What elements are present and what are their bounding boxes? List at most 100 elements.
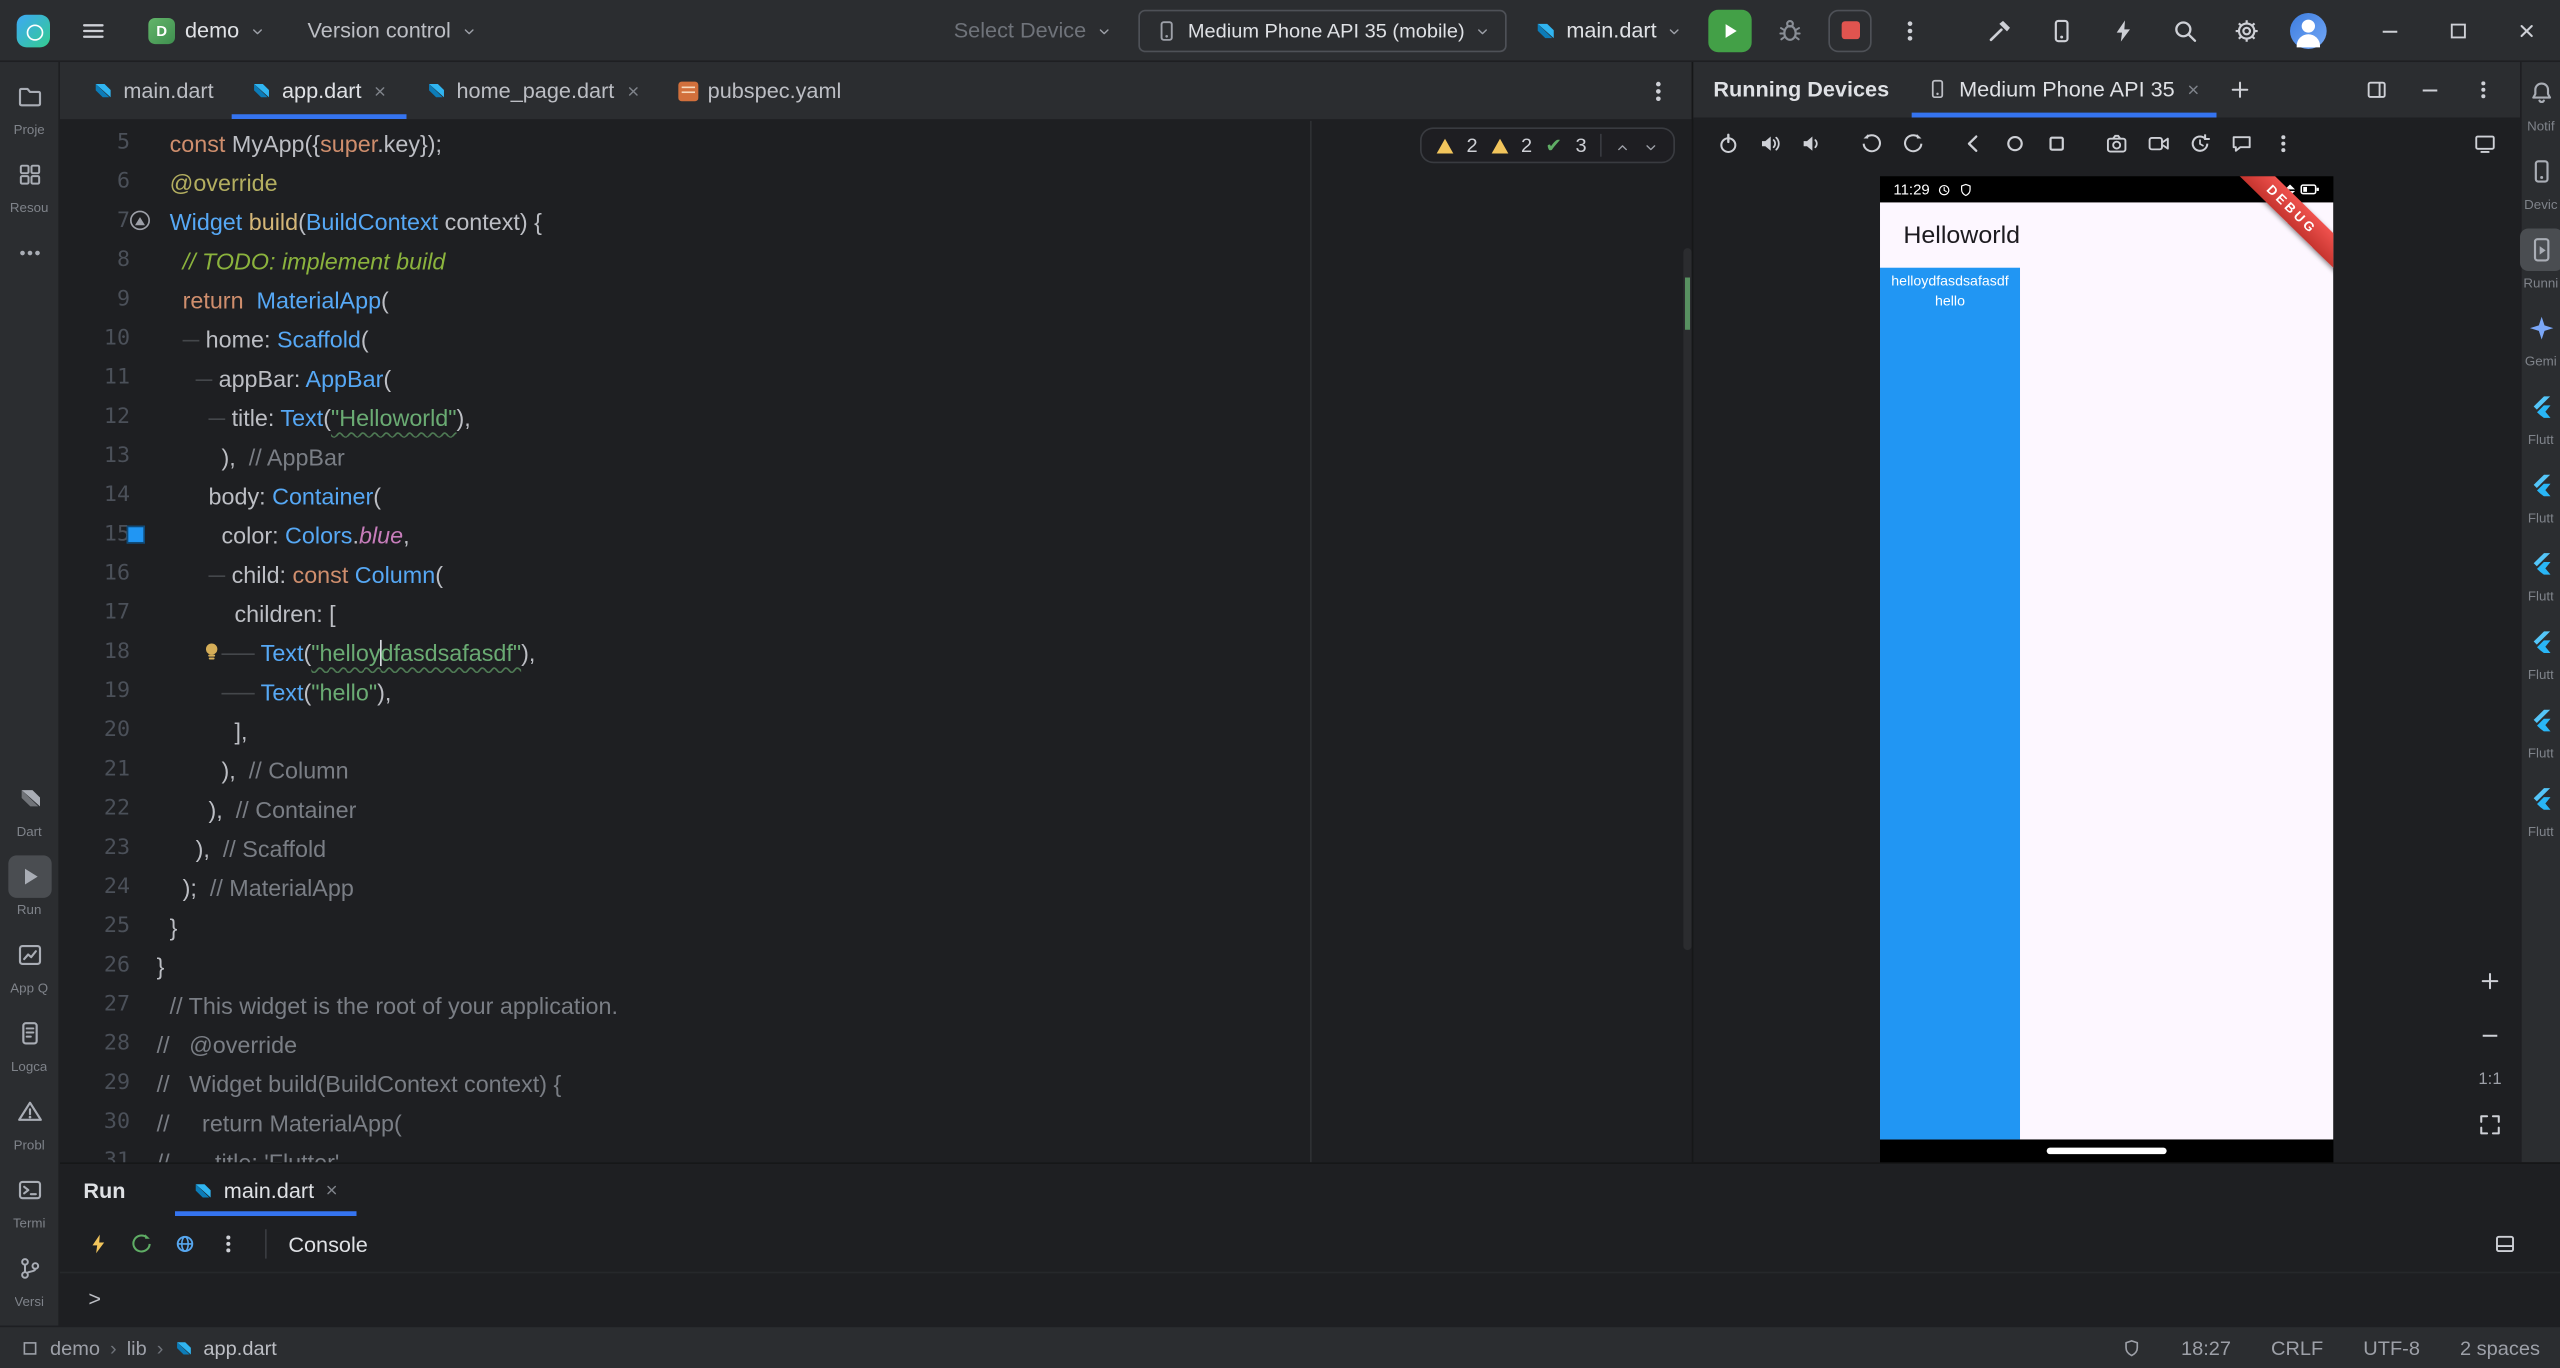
line-number[interactable]: 31	[60, 1143, 157, 1162]
screen-record-button[interactable]	[2140, 126, 2177, 162]
gesture-pill[interactable]	[2046, 1147, 2167, 1155]
more-tool-windows-button[interactable]	[0, 232, 58, 279]
line-number[interactable]: 14	[60, 477, 157, 516]
code-line[interactable]: 6 @override	[60, 163, 1692, 202]
sidebar-item-dart-analysis[interactable]: Dart	[0, 777, 58, 839]
panel-options-button[interactable]	[2460, 67, 2507, 113]
hot-restart-button[interactable]	[123, 1226, 160, 1262]
indent-setting[interactable]: 2 spaces	[2460, 1336, 2540, 1359]
file-encoding[interactable]: UTF-8	[2363, 1336, 2420, 1359]
code-line[interactable]: 16 ─ child: const Column(	[60, 555, 1692, 594]
flutter-app-surface[interactable]: Helloworld helloydfasdsafasdf hello	[1880, 202, 2334, 1140]
line-number[interactable]: 21	[60, 751, 157, 790]
volume-down-button[interactable]	[1793, 126, 1830, 162]
android-overview-button[interactable]	[2038, 126, 2075, 162]
volume-up-button[interactable]	[1752, 126, 1789, 162]
close-tab-icon[interactable]	[372, 82, 389, 98]
code-line[interactable]: 12 ─ title: Text("Helloworld"),	[60, 398, 1692, 437]
code-line[interactable]: 11 ─ appBar: AppBar(	[60, 359, 1692, 398]
project-selector[interactable]: D demo	[137, 9, 276, 51]
sidebar-item-logcat[interactable]: Logca	[0, 1012, 58, 1074]
tab-app-dart[interactable]: app.dart	[232, 62, 407, 119]
line-number[interactable]: 12	[60, 398, 157, 437]
code-line[interactable]: 13 ), // AppBar	[60, 437, 1692, 476]
snapshot-button[interactable]	[2182, 126, 2219, 162]
device-messages-button[interactable]	[2223, 126, 2260, 162]
zoom-out-button[interactable]	[2472, 1017, 2509, 1053]
sidebar-item-resource-manager[interactable]: Resou	[0, 153, 58, 215]
line-number[interactable]: 19	[60, 673, 157, 712]
close-tab-icon[interactable]	[324, 1182, 341, 1198]
minimize-window-button[interactable]	[2355, 0, 2423, 60]
account-button[interactable]	[2285, 7, 2332, 53]
close-window-button[interactable]	[2492, 0, 2560, 60]
sidebar-item-app-quality-insights[interactable]: App Q	[0, 934, 58, 996]
zoom-fit-button[interactable]	[2472, 1107, 2509, 1143]
sidebar-item-terminal[interactable]: Termi	[0, 1169, 58, 1231]
line-number[interactable]: 29	[60, 1064, 157, 1103]
code-line[interactable]: 7 Widget build(BuildContext context) {	[60, 202, 1692, 241]
code-line[interactable]: 18 ── Text("helloydfasdsafasdf"),	[60, 633, 1692, 672]
line-number[interactable]: 11	[60, 359, 157, 398]
sidebar-item-flutter-performance[interactable]: Flutt	[2522, 542, 2560, 604]
line-number[interactable]: 10	[60, 320, 157, 359]
tab-options-button[interactable]	[1635, 68, 1682, 114]
select-device-dropdown[interactable]: Select Device	[942, 9, 1123, 51]
emulator-screen[interactable]: 11:29 3G He	[1880, 176, 2334, 1163]
sidebar-item-gemini[interactable]: Gemi	[2522, 307, 2560, 369]
search-everywhere-button[interactable]	[2162, 7, 2209, 53]
color-preview-swatch[interactable]	[126, 525, 146, 544]
sidebar-item-notifications[interactable]: Notif	[2522, 72, 2560, 134]
line-number[interactable]: 26	[60, 947, 157, 986]
line-number[interactable]: 6	[60, 163, 157, 202]
code-line[interactable]: 27 // This widget is the root of your ap…	[60, 986, 1692, 1025]
tab-home-page-dart[interactable]: home_page.dart	[407, 62, 660, 119]
device-manager-button[interactable]	[2038, 7, 2085, 53]
prev-problem-icon[interactable]	[1615, 140, 1630, 155]
sidebar-item-flutter-coverage[interactable]: Flutt	[2522, 699, 2560, 761]
console-tab[interactable]: Console	[288, 1232, 368, 1256]
line-number[interactable]: 20	[60, 712, 157, 751]
code-line[interactable]: 19 ── Text("hello"),	[60, 673, 1692, 712]
open-devtools-button[interactable]	[167, 1226, 204, 1262]
inspections-widget[interactable]: 2 2 ✔ 3	[1419, 127, 1676, 164]
editor-scrollbar[interactable]	[1683, 248, 1692, 951]
override-gutter-icon[interactable]	[130, 210, 151, 231]
hot-reload-button[interactable]	[80, 1226, 117, 1262]
code-line[interactable]: 28// @override	[60, 1025, 1692, 1064]
code-line[interactable]: 31// title: 'Flutter',	[60, 1143, 1692, 1162]
code-line[interactable]: 21 ), // Column	[60, 751, 1692, 790]
code-line[interactable]: 10 ─ home: Scaffold(	[60, 320, 1692, 359]
add-device-button[interactable]	[2216, 67, 2263, 113]
rotate-right-button[interactable]	[1895, 126, 1932, 162]
code-line[interactable]: 17 children: [	[60, 594, 1692, 633]
line-number[interactable]: 18	[60, 633, 157, 672]
zoom-in-button[interactable]	[2472, 963, 2509, 999]
run-console[interactable]: >	[60, 1271, 2560, 1326]
close-tab-icon[interactable]	[624, 82, 641, 98]
line-number[interactable]: 8	[60, 242, 157, 281]
panel-layout-button[interactable]	[2353, 67, 2400, 113]
sidebar-item-flutter-inspector[interactable]: Flutt	[2522, 464, 2560, 526]
sidebar-item-flutter-property-editor[interactable]: Flutt	[2522, 620, 2560, 682]
device-more-button[interactable]	[2265, 126, 2302, 162]
code-line[interactable]: 29// Widget build(BuildContext context) …	[60, 1064, 1692, 1103]
hide-panel-button[interactable]	[2407, 67, 2454, 113]
android-home-button[interactable]	[1997, 126, 2034, 162]
sidebar-item-run[interactable]: Run	[0, 855, 58, 917]
run-more-options-button[interactable]	[1887, 7, 1934, 53]
code-line[interactable]: 14 body: Container(	[60, 477, 1692, 516]
console-more-button[interactable]	[210, 1226, 247, 1262]
settings-button[interactable]	[2223, 7, 2270, 53]
apply-changes-button[interactable]	[2100, 7, 2147, 53]
code-line[interactable]: 26}	[60, 947, 1692, 986]
device-selector-dropdown[interactable]: Medium Phone API 35 (mobile)	[1137, 8, 1507, 52]
line-number[interactable]: 9	[60, 281, 157, 320]
code-line[interactable]: 9 return MaterialApp(	[60, 281, 1692, 320]
maximize-window-button[interactable]	[2423, 0, 2491, 60]
screenshot-button[interactable]	[2098, 126, 2135, 162]
line-number[interactable]: 22	[60, 790, 157, 829]
breadcrumb-project[interactable]: demo	[50, 1336, 100, 1359]
breadcrumb-file[interactable]: app.dart	[203, 1336, 276, 1359]
device-mirror-button[interactable]	[2467, 126, 2504, 162]
